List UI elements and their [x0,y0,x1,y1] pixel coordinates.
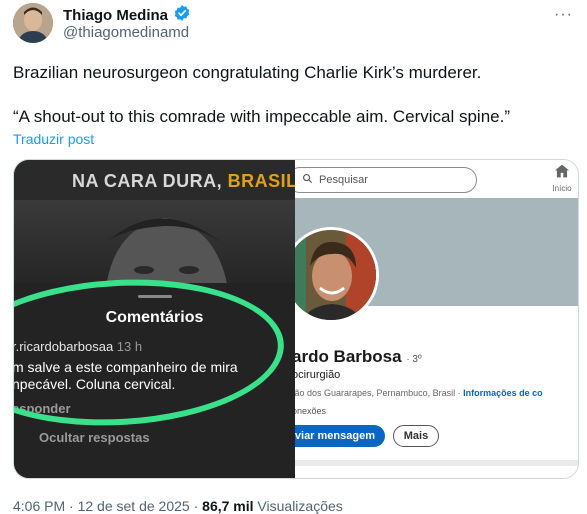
profile-location-text: tão dos Guararapes, Pernambuco, Brasil · [295,388,464,398]
linkedin-profile-screenshot: Pesquisar Início ardo Barbosa · 3º ociru… [295,160,578,478]
connection-degree: · 3º [406,354,422,365]
author-name[interactable]: Thiago Medina [63,7,168,24]
tweet-time[interactable]: 4:06 PM [13,498,65,514]
tweet-date[interactable]: 12 de set de 2025 [78,498,190,514]
section-divider [295,460,578,466]
search-placeholder: Pesquisar [319,174,368,186]
more-button: Mais [393,425,439,447]
profile-name: ardo Barbosa · 3º [295,347,422,367]
tweet-text-line-1: Brazilian neurosurgeon congratulating Ch… [13,63,482,82]
send-message-button: viar mensagem [295,425,385,447]
tweet-media-image[interactable]: NA CARA DURA, BRASIL Comentários r.ricar… [13,159,579,479]
banner-text-main: NA CARA DURA, [72,171,228,191]
home-label: Início [552,184,572,193]
banner: NA CARA DURA, BRASIL [14,160,295,200]
author-avatar[interactable] [13,3,53,43]
translate-post-link[interactable]: Traduzir post [13,131,94,147]
instagram-comment-screenshot: NA CARA DURA, BRASIL Comentários r.ricar… [14,160,295,478]
contact-info-link: Informações de co [463,388,543,398]
more-options-icon[interactable]: ··· [554,6,573,24]
profile-name-text: ardo Barbosa [295,347,402,366]
hide-replies-link: Ocultar respostas [39,430,150,445]
views-count[interactable]: 86,7 mil [202,498,253,514]
meta-separator: · [65,498,78,514]
views-label: Visualizações [253,498,343,514]
tweet-text-line-2: “A shout-out to this comrade with impecc… [13,107,510,126]
meta-separator: · [189,498,203,514]
search-icon [302,171,313,189]
home-icon [554,164,570,182]
profile-location: tão dos Guararapes, Pernambuco, Brasil ·… [295,388,543,398]
author-handle[interactable]: @thiagomedinamd [63,24,189,41]
tweet-meta: 4:06 PM · 12 de set de 2025 · 86,7 mil V… [13,498,343,514]
linkedin-home-nav: Início [547,164,577,193]
linkedin-search-bar: Pesquisar [295,167,477,193]
banner-text-highlight: BRASIL [227,171,295,191]
profile-headline: ocirurgião [295,369,341,381]
profile-connections: onexões [295,406,327,416]
